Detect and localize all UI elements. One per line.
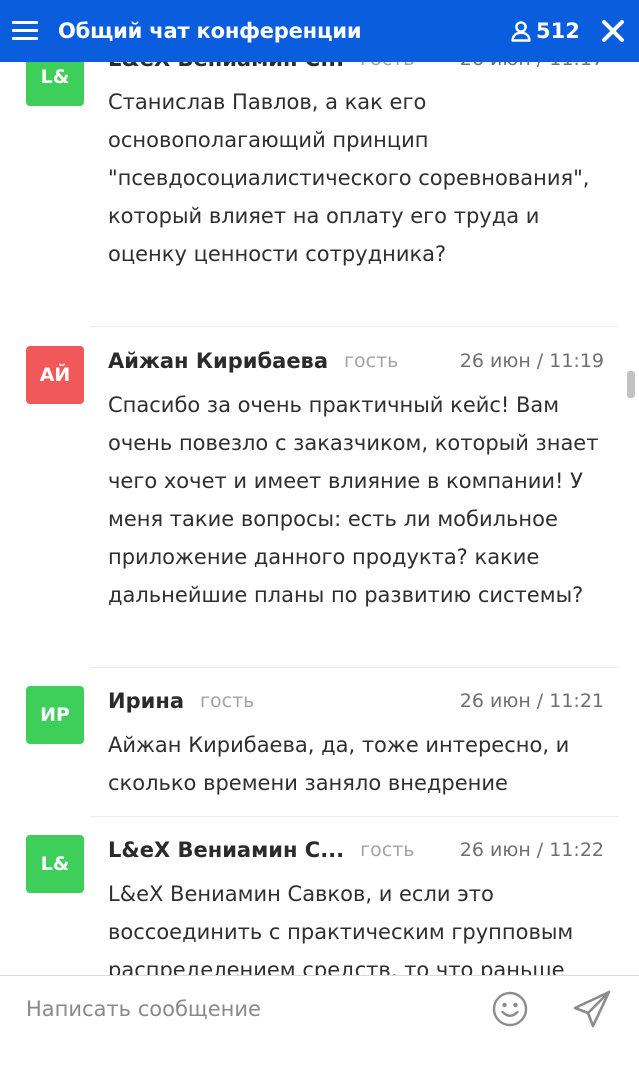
message-header: Айжан Кирибаева гость 26 июн / 11:19 xyxy=(108,346,606,376)
chat-window: Общий чат конференции 512 L& L&eX Вениам… xyxy=(0,0,639,1080)
paper-plane-icon xyxy=(573,990,611,1028)
participants-button[interactable]: 512 xyxy=(510,0,580,62)
message-input[interactable] xyxy=(26,988,466,1030)
message-time: 26 июн / 11:21 xyxy=(459,690,604,712)
message-text: Станислав Павлов, а как его основополага… xyxy=(108,90,590,266)
avatar: L& xyxy=(26,62,84,106)
author-name[interactable]: L&eX Вениамин С... xyxy=(108,838,344,862)
message-text: Спасибо за очень практичный кейс! Вам оч… xyxy=(108,393,599,607)
message-text: Айжан Кирибаева, да, тоже интересно, и с… xyxy=(108,733,570,795)
close-icon xyxy=(602,20,624,42)
author-role: гость xyxy=(360,839,415,861)
message-list[interactable]: L& L&eX Вениамин С... гость 26 июн / 11:… xyxy=(0,62,639,975)
user-icon xyxy=(511,21,531,42)
author-role: гость xyxy=(200,690,255,712)
chat-header: Общий чат конференции 512 xyxy=(0,0,639,62)
avatar-initials: ИР xyxy=(40,704,70,726)
message-text: L&eX Вениамин Савков, и если это воссоед… xyxy=(108,882,574,975)
send-button[interactable] xyxy=(571,988,613,1030)
author-name[interactable]: Айжан Кирибаева xyxy=(108,349,328,373)
author-name[interactable]: Ирина xyxy=(108,689,184,713)
chat-title: Общий чат конференции xyxy=(58,19,362,43)
author-name[interactable]: L&eX Вениамин С... xyxy=(108,62,344,71)
avatar-initials: L& xyxy=(40,853,70,875)
avatar: АЙ xyxy=(26,346,84,404)
author-role: гость xyxy=(344,350,399,372)
avatar-initials: L& xyxy=(40,66,70,88)
scrollbar-thumb[interactable] xyxy=(627,371,635,398)
message-divider xyxy=(90,667,618,668)
avatar: ИР xyxy=(26,686,84,744)
smiley-icon xyxy=(492,991,528,1027)
message-time: 26 июн / 11:17 xyxy=(460,62,604,70)
message-header: L&eX Вениамин С... гость 26 июн / 11:22 xyxy=(108,835,606,865)
menu-button[interactable] xyxy=(0,0,50,62)
emoji-button[interactable] xyxy=(491,990,529,1028)
message-divider xyxy=(90,326,618,327)
avatar-initials: АЙ xyxy=(39,364,71,386)
author-role: гость xyxy=(360,62,414,70)
message-time: 26 июн / 11:19 xyxy=(459,350,604,372)
message-time: 26 июн / 11:22 xyxy=(459,839,604,861)
message-composer xyxy=(0,975,639,1042)
participants-count: 512 xyxy=(536,19,580,43)
avatar: L& xyxy=(26,835,84,893)
message-header: L&eX Вениамин С... гость 26 июн / 11:17 xyxy=(108,62,606,74)
message-header: Ирина гость 26 июн / 11:21 xyxy=(108,686,606,716)
message-divider xyxy=(90,816,618,817)
hamburger-icon xyxy=(12,21,38,41)
close-button[interactable] xyxy=(596,14,630,48)
